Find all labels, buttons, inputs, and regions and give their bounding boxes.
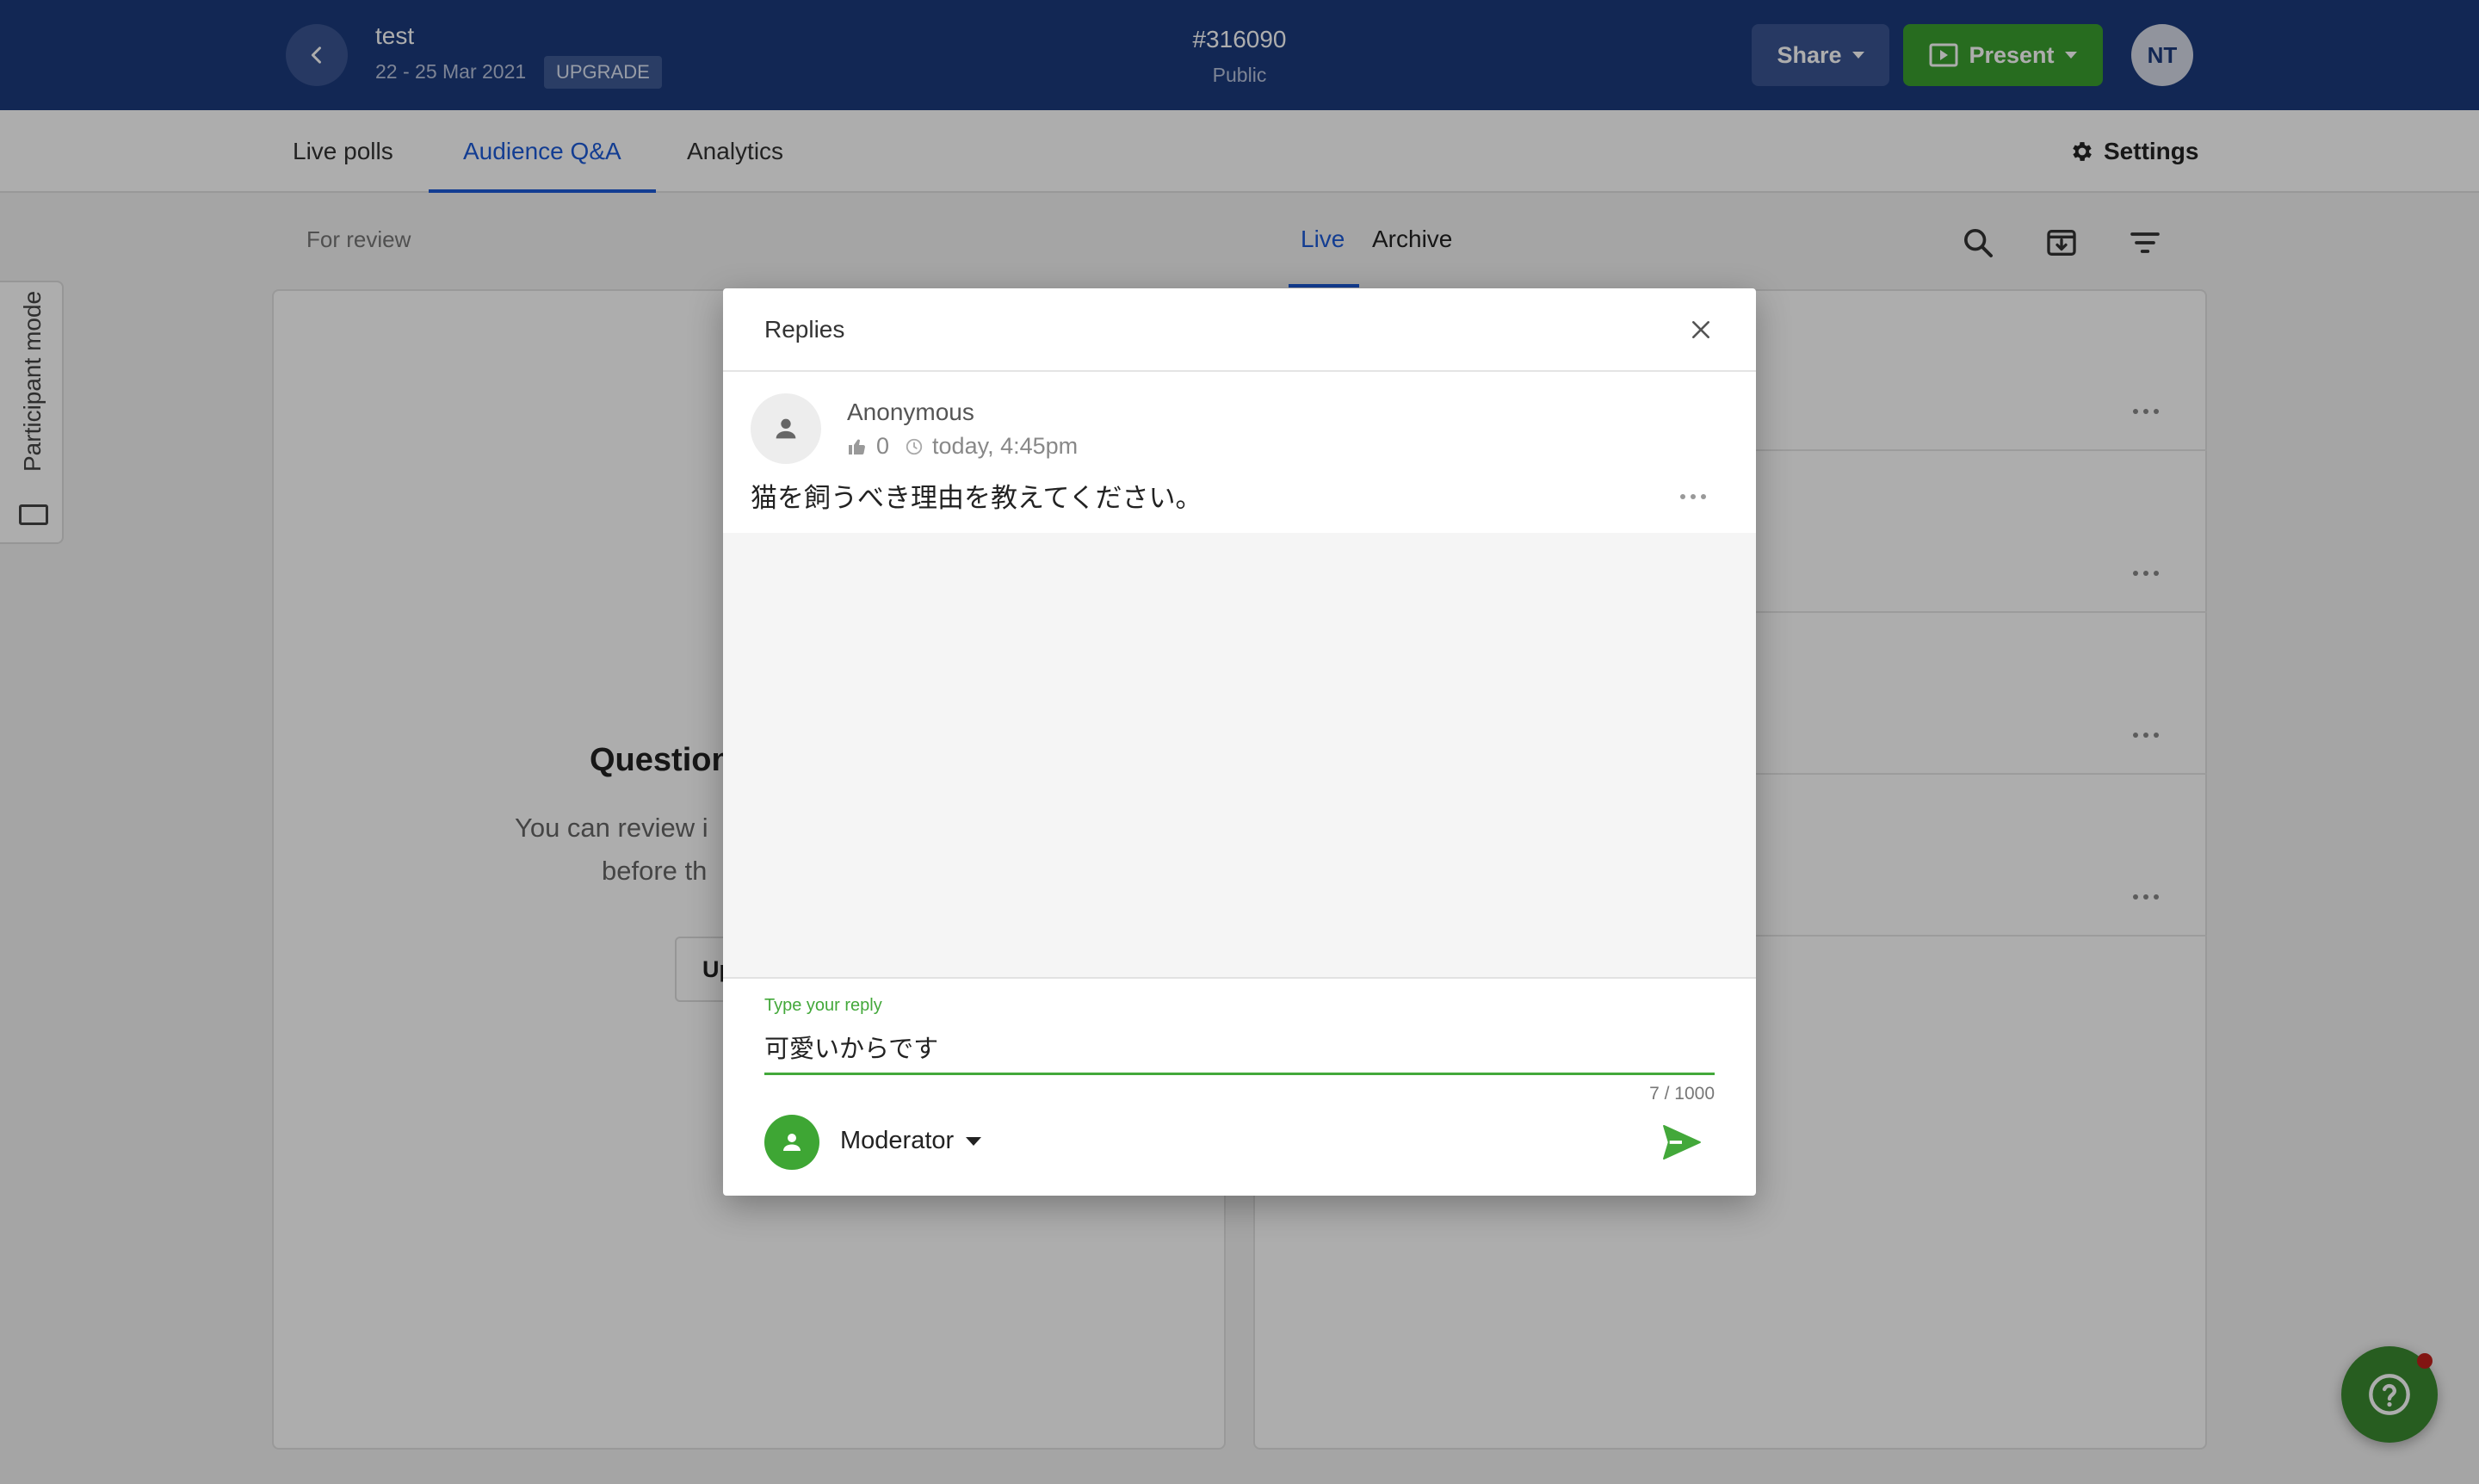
reply-input[interactable]	[764, 1027, 1715, 1075]
author-select[interactable]: Moderator	[840, 1127, 982, 1155]
question-author: Anonymous	[847, 399, 974, 425]
close-button[interactable]	[1685, 314, 1716, 345]
dialog-title: Replies	[764, 316, 845, 343]
question-time: today, 4:45pm	[932, 433, 1079, 459]
reply-field-label: Type your reply	[764, 996, 882, 1015]
dialog-header: Replies	[723, 288, 1756, 372]
replies-dialog: Replies Anonymous 0 today, 4:45pm 猫を飼うべき…	[723, 288, 1756, 1196]
person-icon	[776, 418, 796, 439]
moderator-avatar	[764, 1115, 819, 1170]
caret-down-icon	[966, 1136, 982, 1146]
question-text: 猫を飼うべき理由を教えてください。	[751, 483, 1202, 514]
like-count: 0	[876, 433, 890, 459]
question-meta: 0 today, 4:45pm	[847, 433, 1078, 460]
clock-icon	[906, 438, 923, 454]
replies-list	[723, 533, 1756, 979]
author-select-label: Moderator	[840, 1127, 955, 1154]
thumbs-up-icon	[849, 439, 865, 454]
send-button[interactable]	[1660, 1120, 1704, 1165]
close-icon	[1692, 321, 1709, 338]
question-options-button[interactable]	[1680, 492, 1706, 501]
anonymous-avatar	[751, 393, 821, 464]
person-icon	[783, 1134, 801, 1151]
char-counter: 7 / 1000	[1649, 1084, 1715, 1104]
send-icon	[1663, 1124, 1701, 1160]
